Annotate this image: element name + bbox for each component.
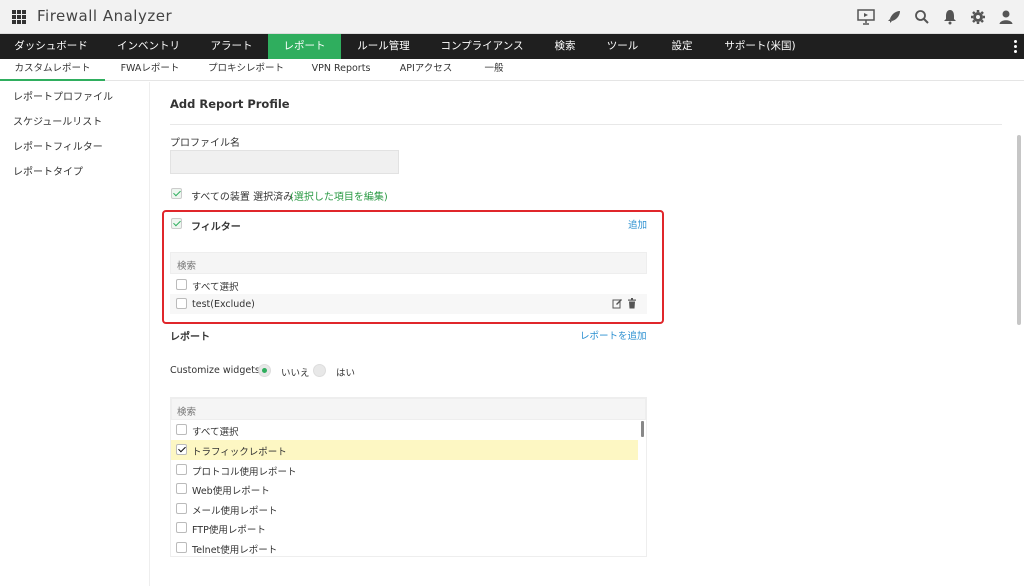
filter-search-placeholder: 検索	[177, 261, 197, 272]
report-search-placeholder: 検索	[177, 407, 197, 418]
report-item-label: Telnet使用レポート	[192, 545, 278, 556]
gear-icon[interactable]	[968, 8, 988, 26]
report-item-label: メール使用レポート	[192, 506, 278, 517]
edit-icon[interactable]	[612, 298, 623, 312]
nav-alerts[interactable]: アラート	[195, 34, 268, 59]
apps-grid-icon[interactable]	[12, 10, 26, 24]
sidebar-item-report-profile[interactable]: レポートプロファイル	[13, 88, 113, 103]
filter-item-checkbox[interactable]	[176, 298, 187, 309]
nav-compliance[interactable]: コンプライアンス	[426, 34, 538, 59]
subnav-custom-reports[interactable]: カスタムレポート	[0, 59, 105, 81]
nav-tools[interactable]: ツール	[592, 34, 653, 59]
report-item-label: トラフィックレポート	[192, 447, 287, 458]
rocket-icon[interactable]	[884, 8, 904, 26]
customize-widgets-label: Customize widgets :	[170, 365, 267, 376]
report-item-checkbox[interactable]	[176, 483, 187, 494]
report-item-checkbox[interactable]	[176, 503, 187, 514]
nav-inventory[interactable]: インベントリ	[102, 34, 195, 59]
subnav-general[interactable]: 一般	[467, 59, 521, 81]
nav-rule-management[interactable]: ルール管理	[341, 34, 426, 59]
title-divider	[170, 124, 1002, 125]
profile-name-label: プロファイル名	[170, 138, 240, 149]
report-item-label: FTP使用レポート	[192, 525, 266, 536]
profile-name-input[interactable]	[170, 150, 399, 174]
sidebar-item-schedule-list[interactable]: スケジュールリスト	[13, 113, 102, 128]
report-search-input[interactable]	[171, 398, 646, 420]
more-menu-icon[interactable]	[1014, 40, 1018, 53]
report-item-label: Web使用レポート	[192, 486, 270, 497]
subnav-fwa-reports[interactable]: FWAレポート	[105, 59, 195, 81]
subnav-vpn-reports[interactable]: VPN Reports	[297, 59, 385, 81]
main-nav: ダッシュボード インベントリ アラート レポート ルール管理 コンプライアンス …	[0, 34, 1024, 59]
customize-no-radio[interactable]	[258, 364, 271, 377]
filter-select-all-checkbox[interactable]	[176, 279, 187, 290]
devices-checkbox[interactable]	[171, 188, 182, 199]
filter-item-label: test(Exclude)	[192, 299, 255, 310]
customize-yes-radio[interactable]	[313, 364, 326, 377]
customize-yes-label: はい	[336, 368, 356, 379]
app-title: Firewall Analyzer	[37, 7, 173, 25]
edit-selected-link[interactable]: (選択した項目を編集)	[290, 188, 388, 203]
trash-icon[interactable]	[627, 298, 637, 312]
filter-checkbox[interactable]	[171, 218, 182, 229]
report-item-label: プロトコル使用レポート	[192, 467, 297, 478]
top-bar: Firewall Analyzer	[0, 0, 1024, 34]
report-item-checkbox[interactable]	[176, 444, 187, 455]
subnav-proxy-reports[interactable]: プロキシレポート	[195, 59, 297, 81]
sub-nav: カスタムレポート FWAレポート プロキシレポート VPN Reports AP…	[0, 59, 1024, 81]
devices-label: すべての装置 選択済み	[191, 192, 294, 203]
add-report-link[interactable]: レポートを追加	[580, 328, 647, 342]
bell-icon[interactable]	[940, 8, 960, 26]
main-content: Add Report Profile プロファイル名 すべての装置 選択済み (…	[150, 82, 1024, 586]
report-label: レポート	[170, 332, 210, 343]
report-select-all-checkbox[interactable]	[176, 424, 187, 435]
report-list-scrollbar[interactable]	[641, 421, 644, 437]
customize-no-label: いいえ	[281, 368, 310, 379]
page-title: Add Report Profile	[170, 97, 290, 111]
search-icon[interactable]	[912, 8, 932, 26]
sidebar-item-report-type[interactable]: レポートタイプ	[13, 163, 83, 178]
nav-support[interactable]: サポート(米国)	[711, 34, 809, 59]
filter-add-link[interactable]: 追加	[628, 217, 647, 231]
filter-select-all-label: すべて選択	[192, 282, 239, 293]
report-item-checkbox[interactable]	[176, 522, 187, 533]
filter-label: フィルター	[191, 222, 241, 233]
sidebar: レポートプロファイル スケジュールリスト レポートフィルター レポートタイプ	[0, 82, 150, 586]
filter-search-input[interactable]	[170, 252, 647, 274]
page-scrollbar[interactable]	[1017, 135, 1021, 325]
nav-search[interactable]: 検索	[538, 34, 592, 59]
report-select-all-label: すべて選択	[192, 427, 239, 438]
nav-reports[interactable]: レポート	[268, 34, 341, 59]
sidebar-item-report-filter[interactable]: レポートフィルター	[13, 138, 103, 153]
nav-settings[interactable]: 設定	[653, 34, 711, 59]
nav-dashboard[interactable]: ダッシュボード	[0, 34, 102, 59]
subnav-api-access[interactable]: APIアクセス	[385, 59, 467, 81]
report-item-checkbox[interactable]	[176, 542, 187, 553]
user-icon[interactable]	[996, 8, 1016, 26]
report-item-checkbox[interactable]	[176, 464, 187, 475]
presentation-icon[interactable]	[856, 8, 876, 26]
